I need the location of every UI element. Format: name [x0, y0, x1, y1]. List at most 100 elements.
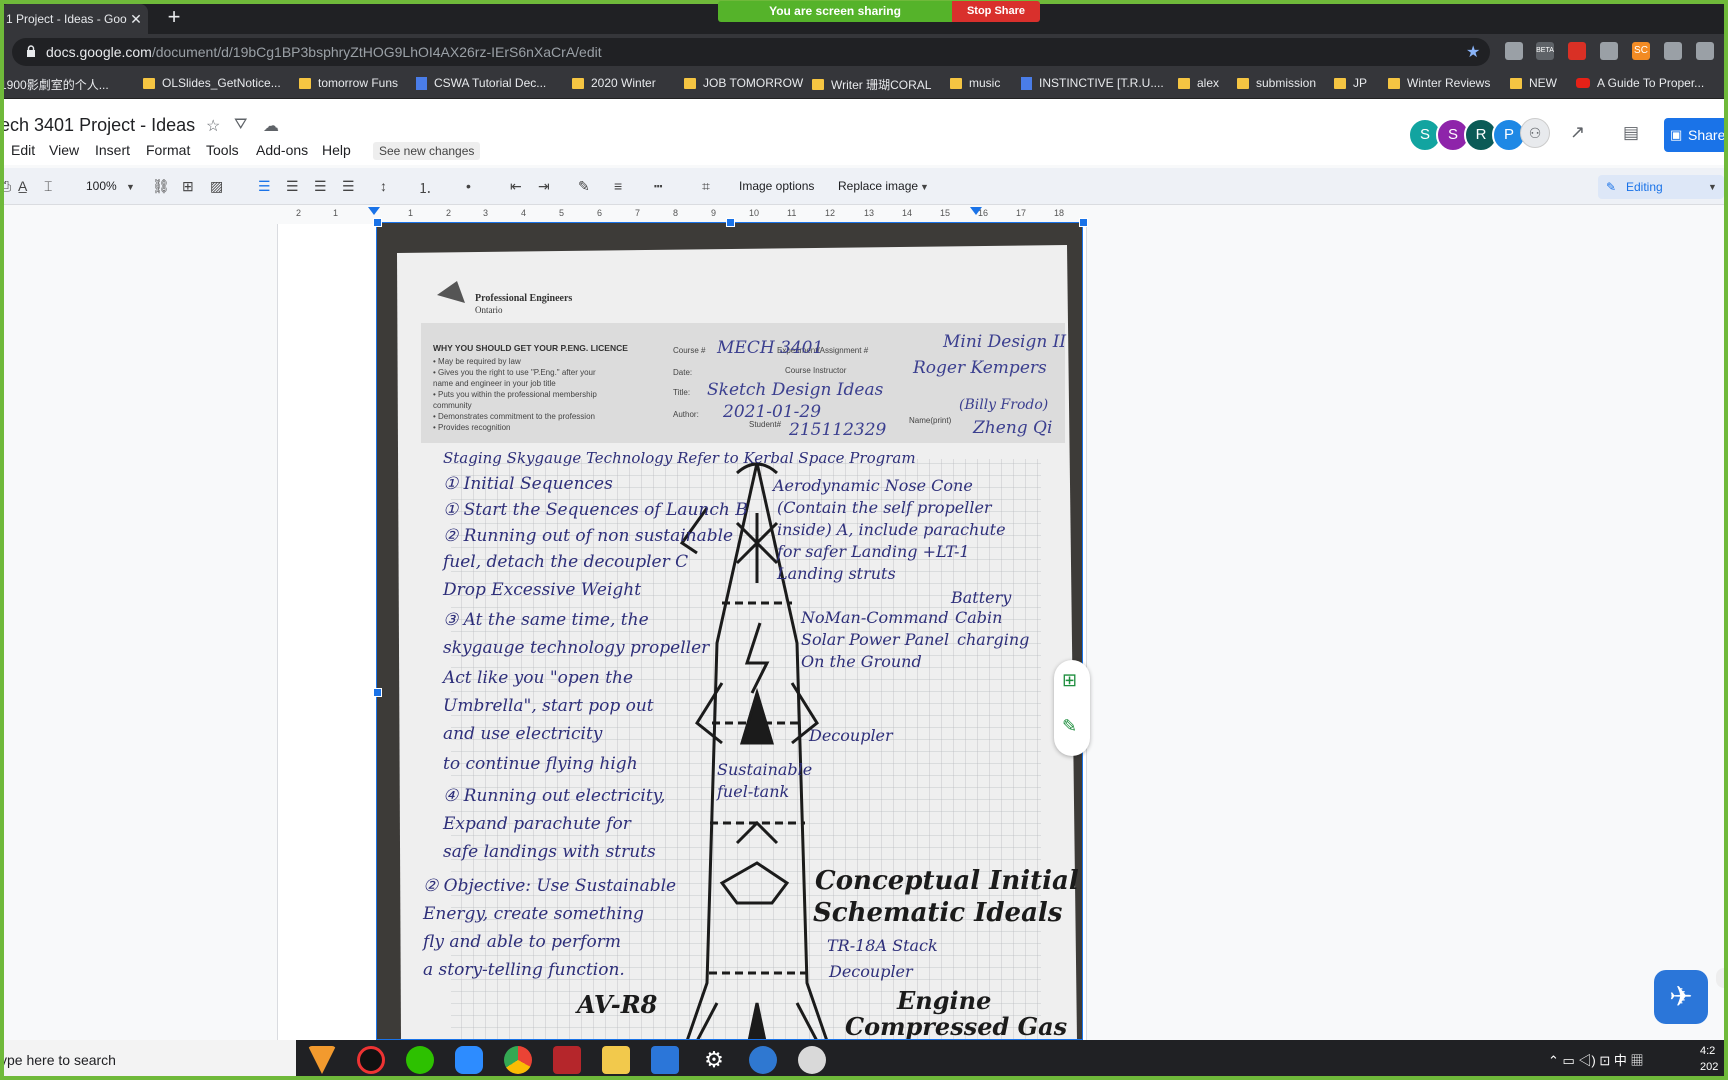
border-dash-icon[interactable]: ┅	[654, 178, 662, 195]
left-indent-marker[interactable]	[368, 207, 380, 215]
check-extension-icon[interactable]	[1664, 42, 1682, 60]
puzzle-icon[interactable]	[1696, 42, 1714, 60]
align-left-icon[interactable]: ☰	[258, 178, 271, 195]
zoom-chevron-down-icon[interactable]: ▼	[126, 182, 135, 192]
solidworks-app-icon[interactable]	[553, 1046, 581, 1074]
meet-avatar-icon[interactable]: ⚇	[1520, 118, 1550, 148]
note-line: fuel, detach the decoupler C	[441, 552, 688, 572]
menu-insert[interactable]: Insert	[95, 142, 130, 158]
replace-image-button[interactable]: Replace image	[838, 179, 918, 193]
bookmark-item[interactable]: tomorrow Funs	[299, 76, 398, 90]
selected-sketch-image[interactable]: Professional Engineers Ontario WHY YOU S…	[376, 222, 1083, 1040]
resize-handle-tl[interactable]	[373, 218, 382, 227]
ruler-tick: 18	[1054, 208, 1065, 218]
bookmark-item[interactable]: A Guide To Proper...	[1576, 76, 1704, 90]
side-scroll-button[interactable]	[1716, 968, 1728, 988]
decrease-indent-icon[interactable]: ⇤	[510, 178, 522, 195]
editing-mode-select[interactable]: ✎ Editing ▼	[1598, 175, 1724, 199]
browser-tab[interactable]: 1 Project - Ideas - Goo ✕	[0, 4, 148, 34]
border-weight-icon[interactable]: ≡	[614, 178, 622, 194]
bird-app-icon[interactable]	[651, 1046, 679, 1074]
insert-image-icon[interactable]: ▨	[210, 178, 223, 195]
add-comment-side-icon[interactable]: ⊞	[1062, 670, 1077, 691]
resize-handle-left[interactable]	[373, 688, 382, 697]
replace-image-chevron-down-icon[interactable]: ▼	[920, 182, 929, 192]
chrome-app-icon[interactable]	[504, 1046, 532, 1074]
bookmark-item[interactable]: 2020 Winter	[572, 76, 656, 90]
menu-help[interactable]: Help	[322, 142, 351, 158]
wechat-app-icon[interactable]	[406, 1046, 434, 1074]
zoom-select[interactable]: 100%	[86, 179, 117, 193]
menu-view[interactable]: View	[49, 142, 79, 158]
crop-icon[interactable]: ⌗	[702, 178, 710, 195]
file-explorer-app-icon[interactable]	[602, 1046, 630, 1074]
k-extension-icon[interactable]	[1600, 42, 1618, 60]
bookmark-item[interactable]: NEW	[1510, 76, 1557, 90]
beta-extension-icon[interactable]: BETA	[1536, 42, 1554, 60]
bird-widget-icon[interactable]: ✈	[1654, 970, 1708, 1024]
system-tray[interactable]: ⌃ ▭ ◁) ⊡ 中 ▦	[1548, 1050, 1643, 1069]
suggest-edit-side-icon[interactable]: ✎	[1062, 716, 1077, 737]
move-to-drive-icon[interactable]: ⛛	[234, 116, 247, 134]
star-icon[interactable]: ☆	[206, 116, 220, 136]
acrobat-icon[interactable]	[1568, 42, 1586, 60]
activity-trend-icon[interactable]: ↗	[1570, 122, 1585, 143]
justify-icon[interactable]: ☰	[342, 178, 355, 195]
settings-gear-icon[interactable]: ⚙	[700, 1046, 728, 1074]
why-bullet: community	[433, 401, 472, 410]
resize-handle-tr[interactable]	[1079, 218, 1088, 227]
url-host: docs.google.com	[46, 44, 152, 60]
align-right-icon[interactable]: ☰	[314, 178, 327, 195]
cloud-saved-icon[interactable]: ☁	[263, 116, 279, 136]
bookmark-item[interactable]: Winter Reviews	[1388, 76, 1490, 90]
bulleted-list-icon[interactable]: •	[466, 178, 471, 194]
stop-share-button[interactable]: Stop Share	[952, 1, 1040, 22]
peo-org: Professional Engineers	[475, 293, 572, 304]
resize-handle-top[interactable]	[726, 218, 735, 227]
menu-tools[interactable]: Tools	[206, 142, 239, 158]
menu-addons[interactable]: Add-ons	[256, 142, 308, 158]
right-indent-marker[interactable]	[970, 207, 982, 215]
bookmark-star-icon[interactable]: ★	[1466, 42, 1480, 62]
align-center-icon[interactable]: ☰	[286, 178, 299, 195]
menu-edit[interactable]: Edit	[11, 142, 35, 158]
add-comment-icon[interactable]: ⊞	[182, 178, 194, 195]
close-tab-icon[interactable]: ✕	[128, 4, 144, 34]
comments-icon[interactable]: ▤	[1623, 123, 1639, 143]
lock-icon[interactable]	[26, 45, 36, 58]
insert-link-icon[interactable]: ⛓	[152, 178, 170, 195]
see-new-changes-link[interactable]: See new changes	[373, 142, 481, 160]
bookmark-item[interactable]: CSWA Tutorial Dec...	[416, 76, 546, 90]
bookmark-item[interactable]: submission	[1237, 76, 1316, 90]
url-text[interactable]: docs.google.com/document/d/19bCg1BP3bsph…	[46, 44, 602, 60]
paint-format-icon[interactable]: ⌶	[44, 178, 52, 195]
extension-gray-icon[interactable]	[1505, 42, 1523, 60]
print-icon[interactable]: ⎙	[0, 178, 11, 195]
image-options-button[interactable]: Image options	[739, 179, 814, 193]
menu-format[interactable]: Format	[146, 142, 190, 158]
bookmark-item[interactable]: Writer 珊瑚CORAL	[812, 76, 931, 93]
note-line: Drop Excessive Weight	[442, 580, 641, 600]
document-title[interactable]: ech 3401 Project - Ideas	[0, 115, 195, 136]
paint-app-icon[interactable]	[798, 1046, 826, 1074]
bookmark-item[interactable]: OLSlides_GetNotice...	[143, 76, 281, 90]
share-button[interactable]: ▣ Share	[1664, 118, 1728, 152]
border-color-icon[interactable]: ✎	[578, 178, 590, 195]
note-line: Expand parachute for	[442, 814, 632, 834]
taskbar-clock[interactable]: 4:2 202	[1700, 1043, 1718, 1075]
increase-indent-icon[interactable]: ⇥	[538, 178, 550, 195]
bookmark-item[interactable]: JP	[1334, 76, 1367, 90]
zoom-app-icon[interactable]	[455, 1046, 483, 1074]
bookmark-item[interactable]: music	[950, 76, 1000, 90]
new-tab-button[interactable]: +	[162, 4, 186, 30]
bookmark-item[interactable]: JOB TOMORROW	[684, 76, 803, 90]
bookmark-item[interactable]: 1900影劇室的个人...	[0, 76, 109, 93]
numbered-list-icon[interactable]: ⒈	[418, 178, 432, 198]
sc-extension-icon[interactable]: SC	[1632, 42, 1650, 60]
bookmark-item[interactable]: INSTINCTIVE [T.R.U....	[1021, 76, 1164, 90]
spellcheck-icon[interactable]: A̲	[18, 178, 27, 194]
record-app-icon[interactable]	[357, 1046, 385, 1074]
meeting-app-icon[interactable]	[749, 1046, 777, 1074]
line-spacing-icon[interactable]: ↕	[380, 178, 387, 194]
bookmark-item[interactable]: alex	[1178, 76, 1219, 90]
